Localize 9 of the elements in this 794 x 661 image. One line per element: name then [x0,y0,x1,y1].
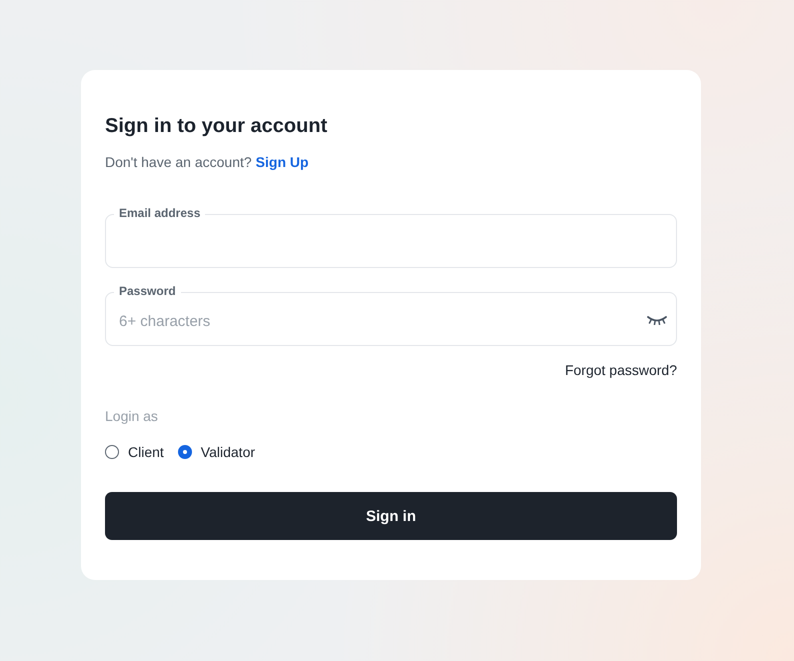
sign-up-link[interactable]: Sign Up [256,154,309,170]
role-radio[interactable]: Validator [178,444,256,460]
forgot-password-link[interactable]: Forgot password? [564,362,677,378]
signup-prompt: Don't have an account? [105,154,252,170]
closed-eye-icon[interactable] [647,315,667,325]
sign-in-button[interactable]: Sign in [105,492,677,540]
login-as-label: Login as [105,408,159,424]
role-radio[interactable]: Client [105,444,164,460]
form-title: Sign in to your account [105,114,328,138]
